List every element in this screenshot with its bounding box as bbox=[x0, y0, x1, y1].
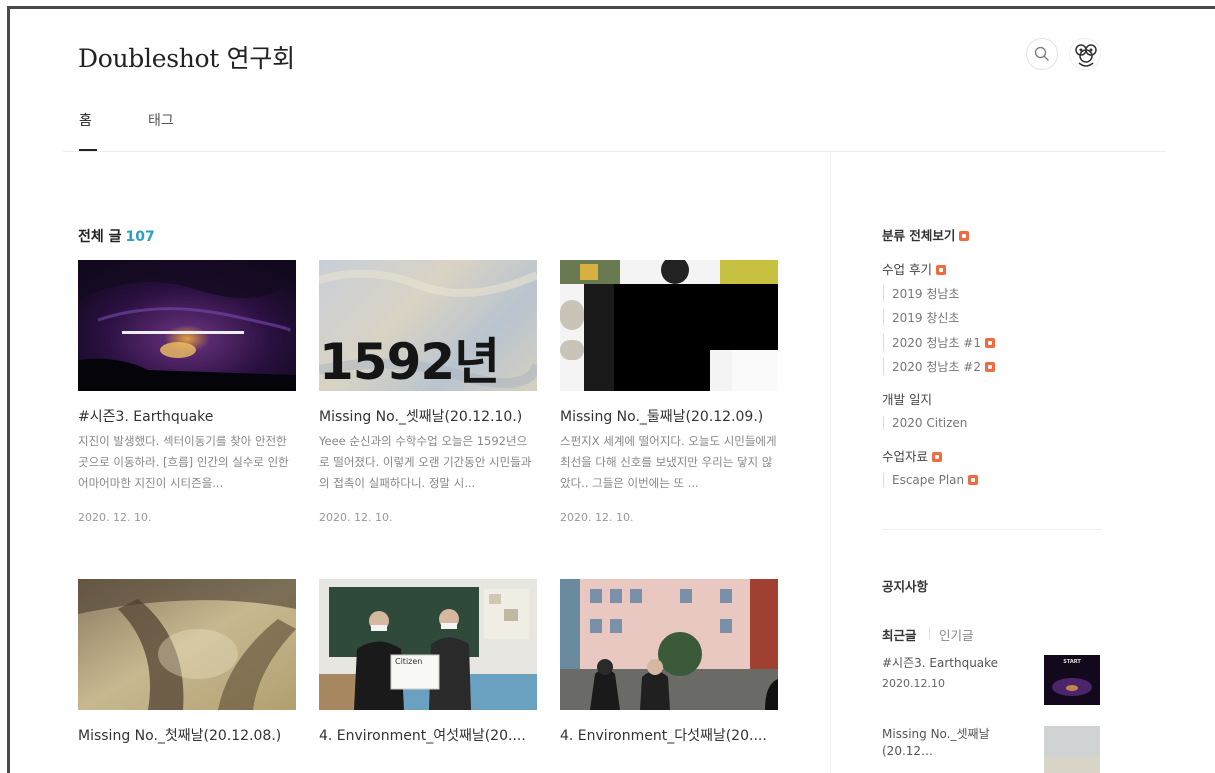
subcategory-item[interactable]: 2019 청남초 bbox=[883, 285, 959, 302]
search-icon bbox=[1034, 46, 1049, 61]
post-excerpt: 스펀지X 세계에 떨어지다. 오늘도 시민들에게 최선을 다해 신호를 보냈지만… bbox=[560, 434, 777, 490]
post-excerpt: Yeee 순신과의 수학수업 오늘은 1592년으로 떨어졌다. 이렇게 오랜 … bbox=[319, 434, 532, 490]
post-date: 2020. 12. 10. bbox=[319, 511, 393, 524]
post-card[interactable]: 4. Environment_다섯째날(20.... bbox=[560, 579, 780, 745]
category-dev-log[interactable]: 개발 일지 bbox=[882, 389, 932, 408]
recent-post-date: 2020.12.10 bbox=[882, 677, 945, 690]
post-thumbnail[interactable]: Citizen bbox=[319, 579, 537, 710]
thumbnail-caption: START bbox=[1063, 659, 1081, 665]
sidebar-divider-line bbox=[882, 529, 1102, 530]
post-thumbnail[interactable] bbox=[560, 260, 778, 391]
post-excerpt: 지진이 발생했다. 섹터이동기를 찾아 안전한 곳으로 이동하라. [흐름] 인… bbox=[78, 434, 289, 490]
subcategory-item[interactable]: 2020 청남초 #1 bbox=[883, 334, 995, 351]
subcategory-item[interactable]: Escape Plan bbox=[883, 473, 979, 487]
tab-popular-posts[interactable]: 인기글 bbox=[939, 625, 974, 644]
subcategory-label: 2020 청남초 #1 bbox=[892, 336, 981, 350]
post-card[interactable]: #시즌3. Earthquake 지진이 발생했다. 섹터이동기를 찾아 안전한… bbox=[78, 260, 298, 524]
post-card[interactable]: 1592년 Missing No._셋째날(20.12.10.) Yeee 순신… bbox=[319, 260, 539, 524]
tab-home[interactable]: 홈 bbox=[79, 110, 92, 130]
post-thumbnail[interactable] bbox=[560, 579, 778, 710]
category-label: 수업자료 bbox=[882, 449, 929, 464]
subcategory-label: Escape Plan bbox=[892, 473, 965, 487]
post-count: 107 bbox=[125, 229, 155, 245]
category-all-link[interactable]: 분류 전체보기 bbox=[882, 225, 970, 244]
post-thumbnail[interactable] bbox=[78, 579, 296, 710]
category-class-material[interactable]: 수업자료 bbox=[882, 446, 943, 465]
post-card[interactable]: Missing No._첫째날(20.12.08.) bbox=[78, 579, 298, 745]
sidebar-divider bbox=[830, 152, 831, 773]
post-title[interactable]: Missing No._첫째날(20.12.08.) bbox=[78, 725, 296, 745]
post-thumbnail[interactable]: 1592년 bbox=[319, 260, 537, 391]
category-all-label: 분류 전체보기 bbox=[882, 228, 956, 243]
avatar-image bbox=[1071, 40, 1100, 69]
post-card[interactable]: Missing No._둘째날(20.12.09.) 스펀지X 세계에 떨어지다… bbox=[560, 260, 780, 524]
subcategory-item[interactable]: 2020 Citizen bbox=[883, 416, 967, 430]
recent-post-thumbnail[interactable]: START bbox=[1044, 655, 1100, 705]
recent-post-thumbnail[interactable] bbox=[1044, 726, 1100, 773]
new-badge-icon bbox=[932, 452, 943, 462]
notice-heading[interactable]: 공지사항 bbox=[882, 576, 928, 595]
post-title[interactable]: Missing No._둘째날(20.12.09.) bbox=[560, 406, 778, 426]
post-date: 2020. 12. 10. bbox=[560, 511, 634, 524]
subcategory-item[interactable]: 2020 청남초 #2 bbox=[883, 358, 995, 375]
new-badge-icon bbox=[984, 362, 995, 372]
recent-post-title[interactable]: Missing No._셋째날(20.12… bbox=[882, 726, 1012, 760]
new-badge-icon bbox=[935, 265, 946, 275]
post-title[interactable]: 4. Environment_다섯째날(20.... bbox=[560, 725, 778, 745]
search-button[interactable] bbox=[1026, 38, 1058, 70]
post-title[interactable]: 4. Environment_여섯째날(20.... bbox=[319, 725, 537, 745]
post-thumbnail[interactable] bbox=[78, 260, 296, 391]
recent-post-title[interactable]: #시즌3. Earthquake bbox=[882, 655, 1012, 672]
post-title[interactable]: Missing No._셋째날(20.12.10.) bbox=[319, 406, 537, 426]
site-title[interactable]: Doubleshot 연구회 bbox=[78, 39, 295, 75]
post-card[interactable]: Citizen 4. Environment_여섯째날(20.... bbox=[319, 579, 539, 745]
thumbnail-caption: 1592년 bbox=[319, 333, 500, 391]
category-class-review[interactable]: 수업 후기 bbox=[882, 259, 946, 278]
subcategory-item[interactable]: 2019 창신초 bbox=[883, 309, 959, 326]
header-divider bbox=[63, 151, 1166, 152]
new-badge-icon bbox=[968, 475, 979, 485]
category-label: 수업 후기 bbox=[882, 262, 932, 277]
subcategory-label: 2020 청남초 #2 bbox=[892, 360, 981, 374]
thumbnail-caption: Citizen bbox=[395, 657, 423, 666]
post-title[interactable]: #시즌3. Earthquake bbox=[78, 406, 296, 426]
tab-tags[interactable]: 태그 bbox=[148, 110, 174, 130]
tab-separator bbox=[929, 627, 930, 639]
new-badge-icon bbox=[959, 231, 970, 241]
tab-recent-posts[interactable]: 최근글 bbox=[882, 625, 917, 644]
new-badge-icon bbox=[984, 338, 995, 348]
avatar[interactable] bbox=[1069, 38, 1101, 70]
all-posts-heading: 전체 글 107 bbox=[78, 226, 155, 246]
all-posts-label: 전체 글 bbox=[78, 229, 122, 245]
browser-page: Doubleshot 연구회 홈 태그 전체 글 107 #시즌3. Earth… bbox=[7, 6, 1215, 773]
post-date: 2020. 12. 10. bbox=[78, 511, 152, 524]
